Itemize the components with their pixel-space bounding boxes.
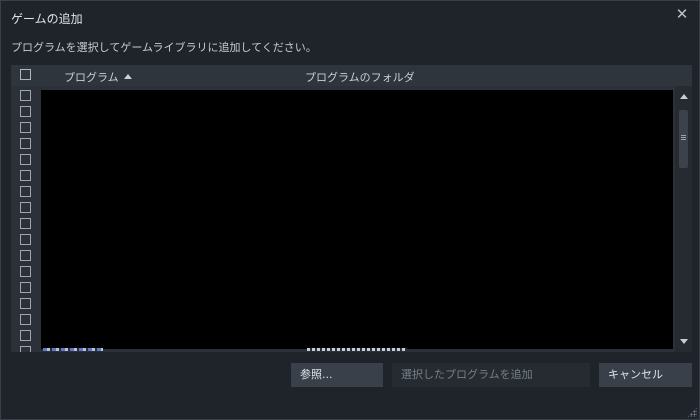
resize-grip-icon[interactable] bbox=[687, 407, 697, 417]
row-checkbox[interactable] bbox=[20, 298, 31, 309]
instructions-text: プログラムを選択してゲームライブラリに追加してください。 bbox=[11, 41, 317, 54]
column-header-program-label: プログラム bbox=[64, 71, 119, 84]
row-checkbox[interactable] bbox=[20, 234, 31, 245]
row-checkbox[interactable] bbox=[20, 314, 31, 325]
partially-visible-row bbox=[43, 347, 643, 352]
row-checkbox[interactable] bbox=[20, 266, 31, 277]
add-game-dialog: ゲームの追加 ✕ プログラムを選択してゲームライブラリに追加してください。 プロ… bbox=[0, 0, 700, 420]
partial-row-name bbox=[43, 348, 103, 351]
row-checkbox[interactable] bbox=[20, 250, 31, 261]
partial-row-folder bbox=[307, 348, 407, 351]
column-header-program[interactable]: プログラム bbox=[64, 69, 132, 85]
row-checkbox[interactable] bbox=[20, 346, 31, 352]
program-list: プログラム プログラムのフォルダ bbox=[11, 65, 692, 352]
close-icon[interactable]: ✕ bbox=[673, 5, 691, 23]
row-checkbox[interactable] bbox=[20, 218, 31, 229]
row-checkbox[interactable] bbox=[20, 186, 31, 197]
scroll-down-icon[interactable] bbox=[680, 339, 688, 344]
scroll-up-icon[interactable] bbox=[680, 94, 688, 99]
row-checkbox-column bbox=[11, 86, 41, 352]
list-header: プログラム プログラムのフォルダ bbox=[11, 65, 692, 86]
program-list-content[interactable] bbox=[41, 90, 673, 349]
row-checkbox[interactable] bbox=[20, 202, 31, 213]
row-checkbox[interactable] bbox=[20, 154, 31, 165]
scroll-thumb[interactable] bbox=[679, 110, 688, 168]
row-checkbox[interactable] bbox=[20, 170, 31, 181]
row-checkbox[interactable] bbox=[20, 90, 31, 101]
row-checkbox[interactable] bbox=[20, 282, 31, 293]
row-checkbox[interactable] bbox=[20, 330, 31, 341]
dialog-title: ゲームの追加 bbox=[11, 12, 83, 26]
vertical-scrollbar[interactable] bbox=[675, 86, 692, 352]
select-all-checkbox[interactable] bbox=[20, 69, 31, 80]
browse-button[interactable]: 参照... bbox=[291, 363, 383, 387]
row-checkbox[interactable] bbox=[20, 106, 31, 117]
scroll-grip-icon bbox=[681, 135, 686, 141]
column-header-folder[interactable]: プログラムのフォルダ bbox=[305, 69, 415, 85]
cancel-button[interactable]: キャンセル bbox=[599, 363, 692, 387]
add-selected-button[interactable]: 選択したプログラムを追加 bbox=[392, 363, 590, 387]
row-checkbox[interactable] bbox=[20, 122, 31, 133]
sort-ascending-icon bbox=[123, 74, 132, 79]
row-checkbox[interactable] bbox=[20, 138, 31, 149]
